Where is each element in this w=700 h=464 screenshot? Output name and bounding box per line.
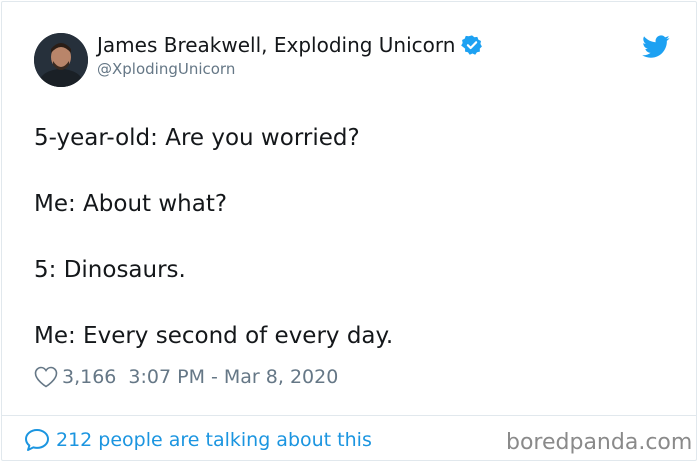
tweet-line-1: 5-year-old: Are you worried? <box>34 125 360 151</box>
watermark: boredpanda.com <box>506 430 693 455</box>
timestamp[interactable]: 3:07 PM - Mar 8, 2020 <box>128 366 338 388</box>
tweet-line-3: 5: Dinosaurs. <box>34 257 186 283</box>
like-count[interactable]: 3,166 <box>62 366 116 388</box>
conversation-link[interactable]: 212 people are talking about this <box>24 428 372 452</box>
author-row: James Breakwell, Exploding Unicorn <box>97 33 483 57</box>
twitter-bird-icon[interactable] <box>642 35 670 59</box>
conversation-text: 212 people are talking about this <box>56 429 372 451</box>
tweet-meta: 3,166 3:07 PM - Mar 8, 2020 <box>34 366 338 388</box>
tweet-line-2: Me: About what? <box>34 191 228 217</box>
verified-badge-icon <box>461 34 483 56</box>
display-name[interactable]: James Breakwell, Exploding Unicorn <box>97 33 455 57</box>
heart-icon[interactable] <box>34 366 58 388</box>
user-handle[interactable]: @XplodingUnicorn <box>97 60 235 78</box>
tweet-card: James Breakwell, Exploding Unicorn @Xplo… <box>1 1 697 461</box>
divider <box>2 415 696 416</box>
comment-bubble-icon <box>24 428 50 452</box>
avatar[interactable] <box>34 33 88 87</box>
tweet-line-4: Me: Every second of every day. <box>34 323 394 349</box>
